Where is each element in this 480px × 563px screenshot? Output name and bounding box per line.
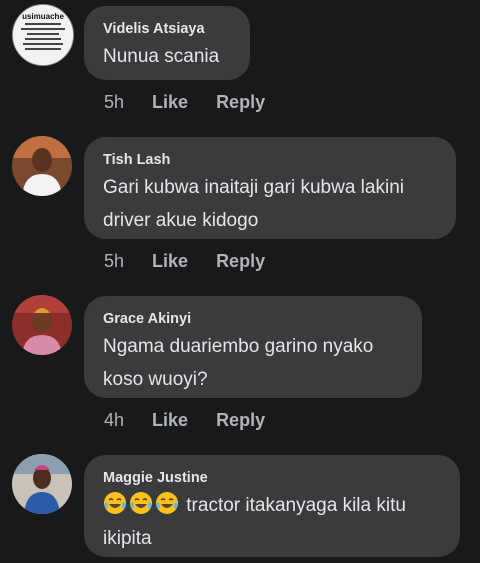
avatar[interactable] bbox=[12, 136, 72, 196]
avatar-photo bbox=[12, 136, 72, 196]
comment-actions: 5h Like Reply bbox=[104, 251, 265, 272]
comment-bubble: Grace Akinyi Ngama duariembo garino nyak… bbox=[84, 296, 422, 398]
avatar[interactable]: usimuache bbox=[12, 4, 74, 66]
comment-author[interactable]: Grace Akinyi bbox=[103, 310, 400, 328]
comment-author[interactable]: Maggie Justine bbox=[103, 469, 438, 487]
comment-bubble: Videlis Atsiaya Nunua scania bbox=[84, 6, 250, 80]
like-button[interactable]: Like bbox=[152, 251, 188, 272]
face-with-tears-of-joy-icon bbox=[130, 492, 152, 514]
reply-button[interactable]: Reply bbox=[216, 410, 265, 431]
avatar[interactable] bbox=[12, 295, 72, 355]
comment-actions: 5h Like Reply bbox=[104, 92, 265, 113]
comment-text: Gari kubwa inaitaji gari kubwa lakini dr… bbox=[103, 177, 404, 231]
avatar[interactable] bbox=[12, 454, 72, 514]
svg-text:usimuache: usimuache bbox=[22, 12, 64, 21]
face-with-tears-of-joy-icon bbox=[156, 492, 178, 514]
comment-author[interactable]: Tish Lash bbox=[103, 151, 434, 169]
avatar-photo bbox=[12, 295, 72, 355]
comment-bubble: Maggie Justine tractor itakanyaga kila k… bbox=[84, 455, 460, 557]
comment-bubble: Tish Lash Gari kubwa inaitaji gari kubwa… bbox=[84, 137, 456, 239]
reply-button[interactable]: Reply bbox=[216, 92, 265, 113]
face-with-tears-of-joy-icon bbox=[104, 492, 126, 514]
comment-text: Ngama duariembo garino nyako koso wuoyi? bbox=[103, 336, 374, 390]
comment-actions: 4h Like Reply bbox=[104, 410, 265, 431]
like-button[interactable]: Like bbox=[152, 92, 188, 113]
comment-text: tractor itakanyaga kila kitu ikipita bbox=[103, 489, 438, 555]
comment-time[interactable]: 5h bbox=[104, 92, 124, 113]
avatar-photo bbox=[12, 454, 72, 514]
comment-author[interactable]: Videlis Atsiaya bbox=[103, 20, 228, 38]
comment-time[interactable]: 5h bbox=[104, 251, 124, 272]
comment-time[interactable]: 4h bbox=[104, 410, 124, 431]
avatar-text-image: usimuache bbox=[13, 5, 73, 65]
like-button[interactable]: Like bbox=[152, 410, 188, 431]
comment-text: Nunua scania bbox=[103, 46, 220, 67]
reply-button[interactable]: Reply bbox=[216, 251, 265, 272]
